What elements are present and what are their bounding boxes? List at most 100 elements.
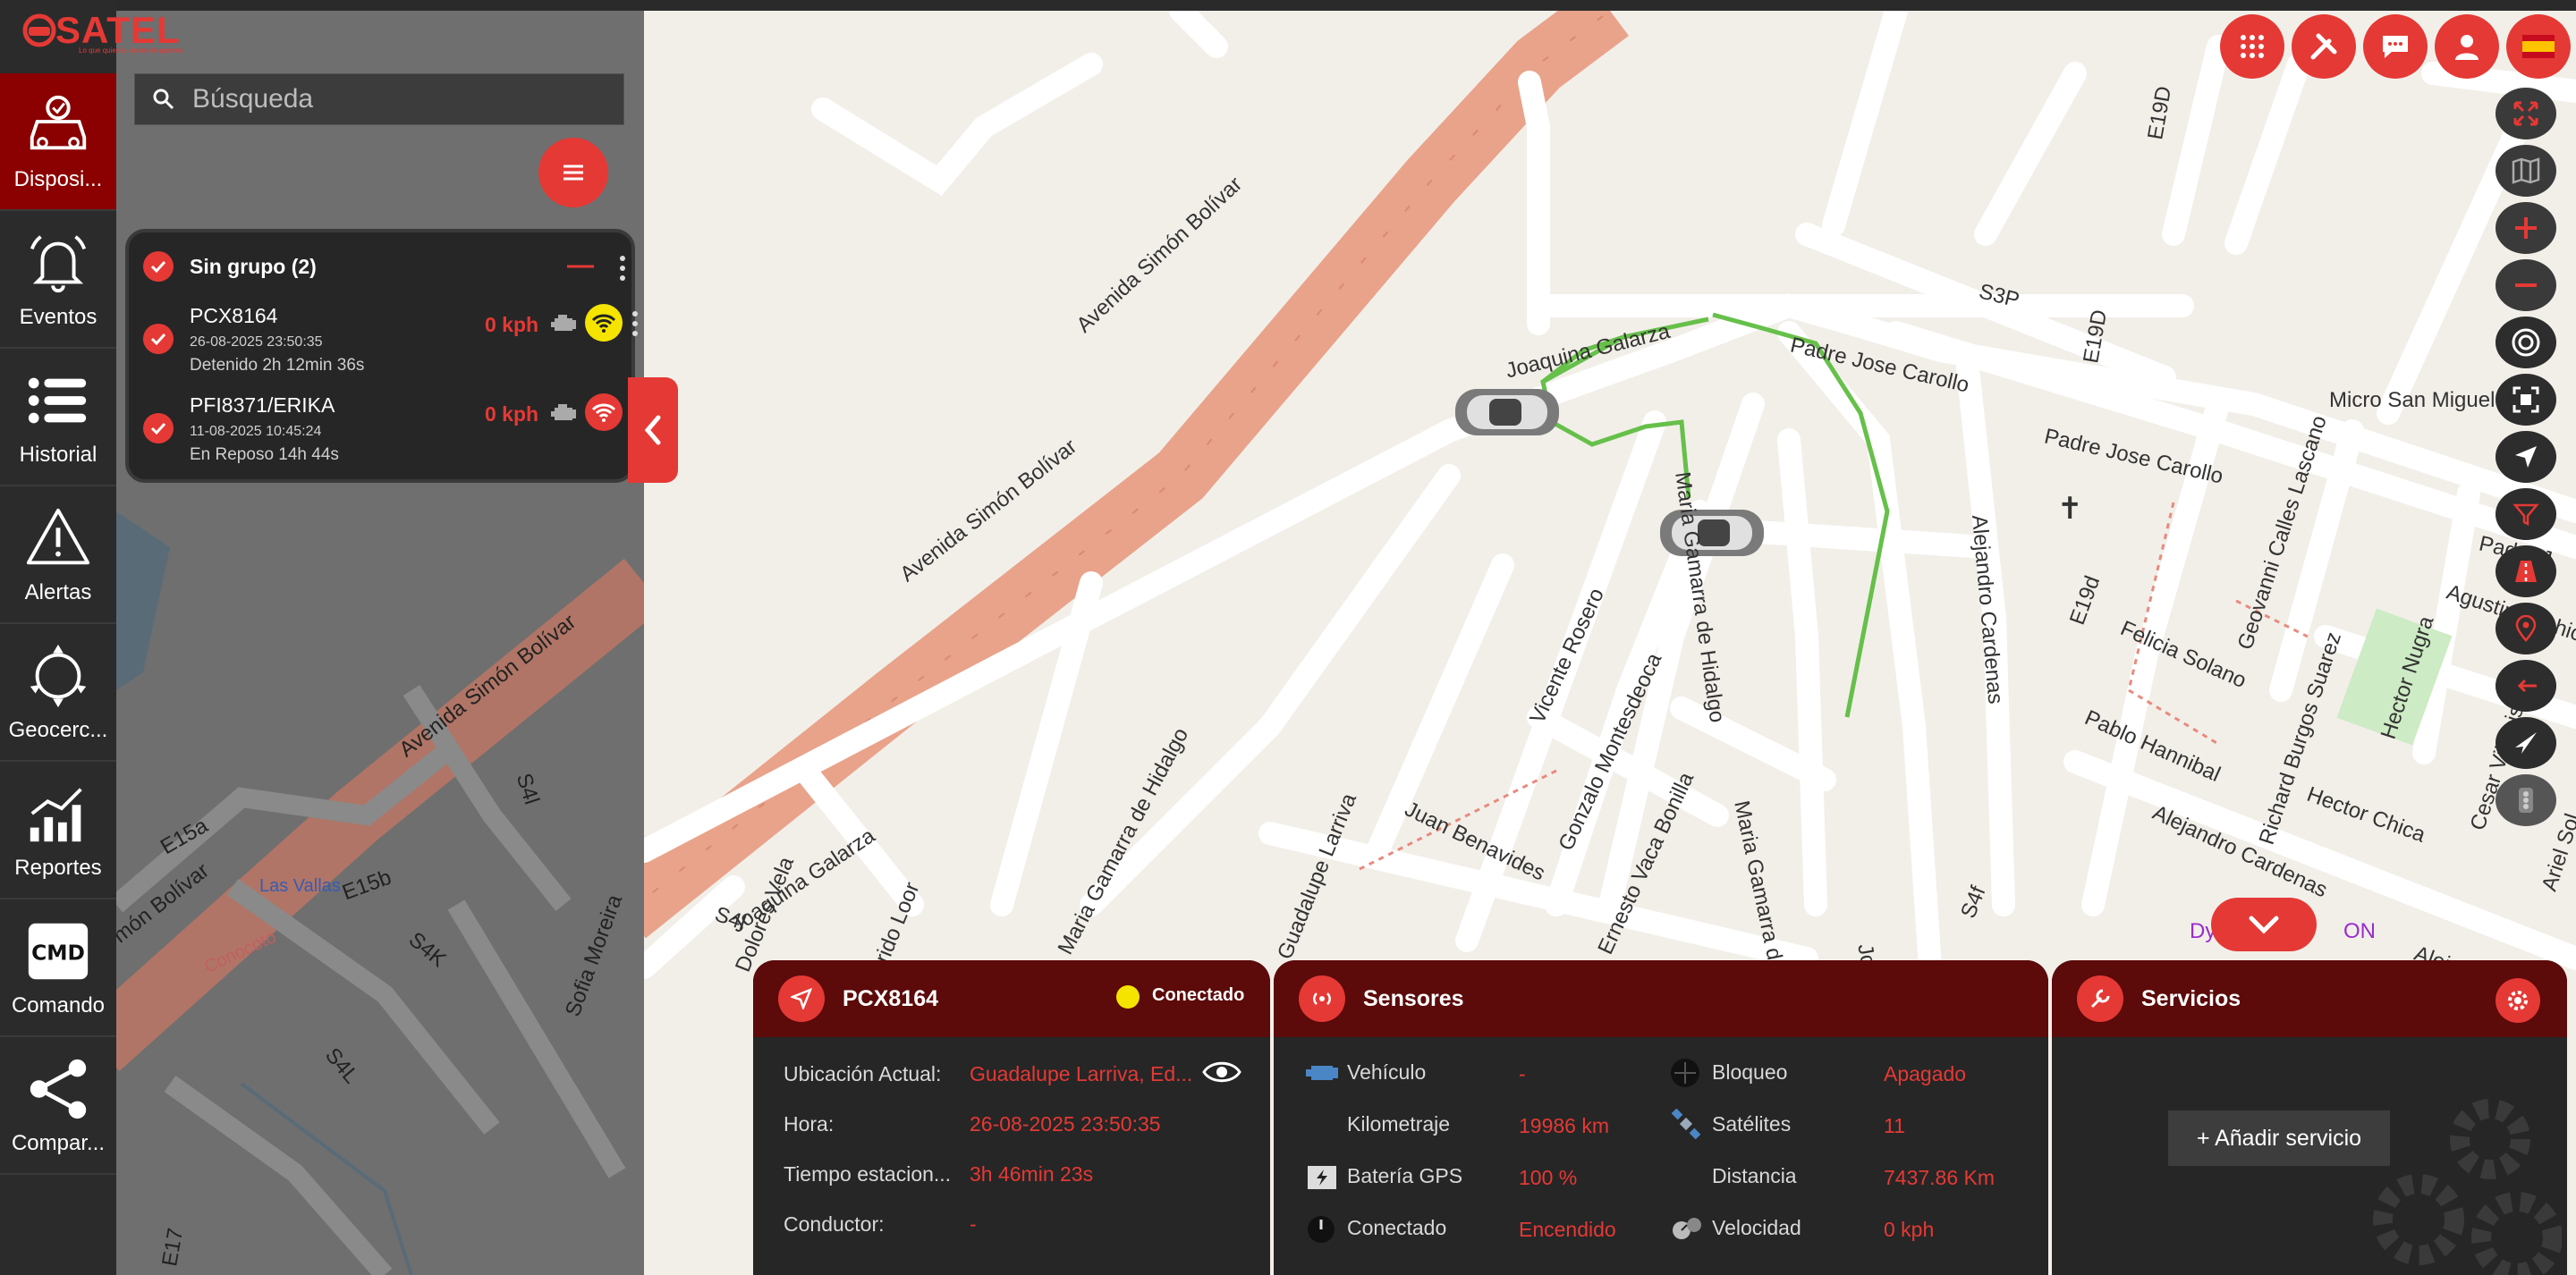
navigation-icon [778, 975, 825, 1022]
engine-icon [1306, 1066, 1338, 1080]
signal-status [585, 393, 623, 431]
send-button[interactable] [2496, 717, 2556, 769]
vehicle-info-card: PCX8164 Conectado Ubicación Actual: Guad… [753, 960, 1270, 1275]
share-icon [30, 1059, 87, 1119]
group-title: Sin grupo (2) [190, 254, 317, 278]
nav-label: Reportes [14, 856, 102, 880]
sensor-value: 0 kph [1884, 1218, 1935, 1241]
nav-command[interactable]: CMD Comando [0, 899, 116, 1037]
group-options-button[interactable] [619, 256, 626, 281]
vehicle-options-button[interactable] [631, 311, 639, 336]
engine-icon [551, 404, 576, 420]
vehicle-status: En Reposo 14h 44s [190, 445, 339, 464]
card-title: Sensores [1363, 985, 1464, 1011]
route-button[interactable] [2496, 660, 2556, 712]
group-checkbox[interactable] [143, 251, 174, 282]
route-icon [2517, 679, 2537, 693]
chart-icon [30, 788, 82, 842]
nav-geofences[interactable]: Geocerc... [0, 624, 116, 762]
add-service-button[interactable]: + Añadir servicio [2168, 1110, 2390, 1166]
list-icon [28, 377, 87, 424]
search-input[interactable] [192, 84, 604, 114]
filter-button[interactable] [2496, 488, 2556, 540]
card-title: Servicios [2141, 985, 2241, 1011]
street-view-button[interactable] [2496, 317, 2556, 368]
logo-icon [22, 13, 56, 47]
location-button[interactable] [2496, 603, 2556, 654]
sensor-value: - [1519, 1062, 1526, 1085]
chevron-down-icon [2249, 916, 2279, 934]
collapse-group-button[interactable]: — [567, 250, 594, 281]
lock-icon [1671, 1059, 1699, 1087]
map-layers-button[interactable] [2496, 145, 2556, 197]
logo-text: SATEL [55, 9, 181, 51]
nav-label: Historial [19, 443, 97, 467]
collapse-panel-button[interactable] [628, 377, 678, 483]
language-button[interactable] [2506, 14, 2571, 79]
vehicle-marker-pcx8164[interactable] [1455, 389, 1559, 435]
nav-devices[interactable]: Disposi... [0, 73, 116, 211]
vehicle-row[interactable]: PCX8164 26-08-2025 23:50:35 Detenido 2h … [143, 300, 638, 386]
card-header: Servicios [2052, 960, 2567, 1037]
group-header: Sin grupo (2) — [143, 247, 626, 286]
sensor-label: Bloqueo [1712, 1060, 1788, 1084]
tools-button[interactable] [2292, 14, 2356, 79]
nav-history[interactable]: Historial [0, 349, 116, 486]
screenshot-button[interactable] [2496, 374, 2556, 426]
road-button[interactable] [2496, 545, 2556, 597]
device-group: Sin grupo (2) — PCX8164 26-08-2025 23:50… [125, 229, 638, 483]
filter-icon [2512, 503, 2539, 527]
gear-icon [2508, 991, 2528, 1010]
nav-alerts[interactable]: Alertas [0, 486, 116, 624]
card-header: Sensores [1274, 960, 2048, 1037]
plus-icon [2515, 217, 2537, 239]
logo: SATEL Lo que quieres, donde lo quieres [18, 5, 197, 61]
vehicle-speed: 0 kph [485, 313, 539, 336]
info-value: 26-08-2025 23:50:35 [970, 1112, 1161, 1136]
eye-icon[interactable] [1202, 1059, 1241, 1085]
nav-rail: SATEL Lo que quieres, donde lo quieres D… [0, 0, 183, 1275]
sensor-label: Conectado [1347, 1216, 1447, 1239]
nav-label: Alertas [24, 580, 92, 604]
sensor-icon [1299, 975, 1345, 1022]
vehicle-checkbox[interactable] [143, 413, 174, 443]
wifi-icon [591, 403, 616, 422]
app-root: ✝ Avenida Simón Bolívar Avenida Simón Bo… [0, 0, 2576, 1275]
chat-button[interactable] [2363, 14, 2428, 79]
list-menu-button[interactable] [538, 138, 608, 207]
sensor-value: Encendido [1519, 1218, 1616, 1241]
power-icon [1308, 1216, 1335, 1243]
zoom-in-button[interactable] [2496, 202, 2556, 254]
services-settings-button[interactable] [2496, 978, 2540, 1023]
svg-text:✝: ✝ [2057, 491, 2083, 527]
expand-icon [2513, 101, 2538, 126]
vehicle-time: 11-08-2025 10:45:24 [190, 424, 322, 439]
warning-icon [26, 508, 90, 565]
user-icon [2455, 35, 2479, 60]
cmd-icon: CMD [28, 923, 89, 980]
user-button[interactable] [2435, 14, 2499, 79]
vehicle-checkbox[interactable] [143, 324, 174, 354]
nav-share[interactable]: Compar... [0, 1037, 116, 1175]
zoom-out-button[interactable] [2496, 259, 2556, 311]
nav-label: Geocerc... [8, 718, 108, 742]
street-label: ON [2343, 919, 2376, 943]
svg-text:CMD: CMD [31, 941, 85, 966]
sensor-value: Apagado [1884, 1062, 1967, 1085]
nav-reports[interactable]: Reportes [0, 762, 116, 899]
fullscreen-button[interactable] [2496, 88, 2556, 139]
check-icon [150, 260, 166, 274]
traffic-button[interactable] [2496, 774, 2556, 826]
engine-icon [551, 315, 576, 331]
flag-es-icon [2522, 35, 2555, 58]
apps-button[interactable] [2220, 14, 2284, 79]
wrench-icon [2077, 975, 2123, 1022]
info-label: Ubicación Actual: [784, 1062, 942, 1085]
sensor-label: Distancia [1712, 1164, 1797, 1187]
nav-events[interactable]: Eventos [0, 211, 116, 349]
navigate-button[interactable] [2496, 431, 2556, 483]
map-icon [2512, 157, 2540, 184]
expand-bottom-button[interactable] [2211, 898, 2317, 951]
vehicle-row[interactable]: PFI8371/ERIKA 11-08-2025 10:45:24 En Rep… [143, 390, 638, 476]
search-box[interactable] [134, 73, 624, 125]
